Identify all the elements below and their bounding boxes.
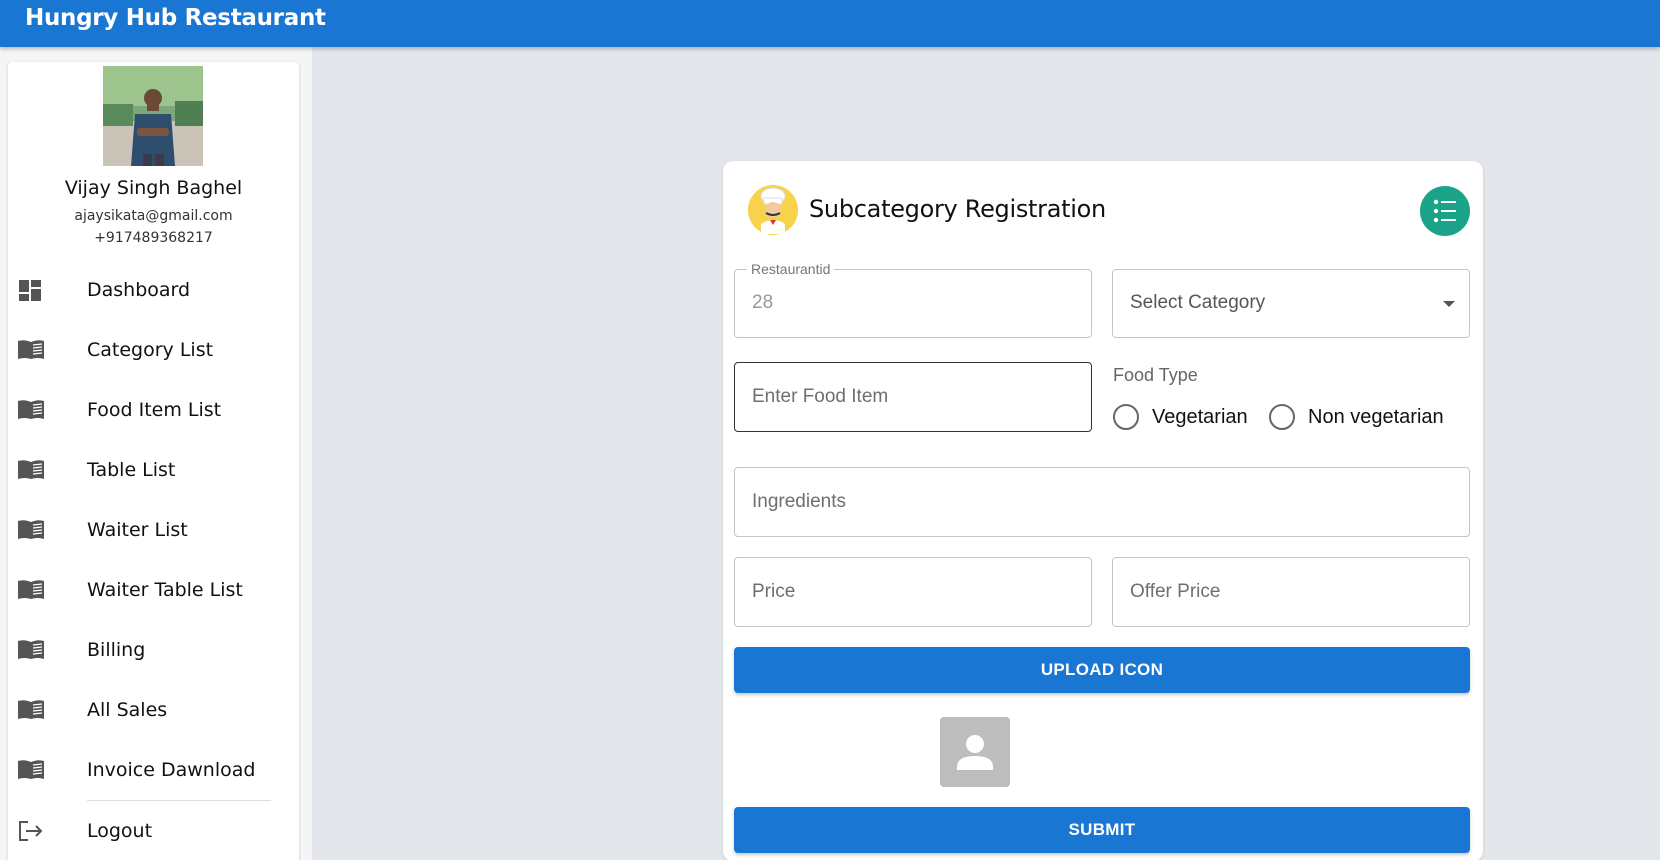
vegetarian-radio[interactable] — [1113, 404, 1139, 430]
food-type-label: Food Type — [1113, 365, 1198, 385]
sidebar-item-label: Invoice Dawnload — [87, 759, 256, 781]
sidebar-item-waiter-table-list[interactable]: Waiter Table List — [8, 566, 299, 614]
ingredients-field — [734, 467, 1470, 537]
sidebar: Vijay Singh Baghel ajaysikata@gmail.com … — [8, 62, 299, 860]
book-icon — [17, 578, 45, 602]
ingredients-input[interactable] — [735, 468, 1469, 536]
book-icon — [17, 758, 45, 782]
sidebar-item-label: Category List — [87, 339, 214, 361]
vegetarian-label: Vegetarian — [1152, 406, 1248, 428]
food-item-input[interactable] — [735, 363, 1091, 431]
book-icon — [17, 458, 45, 482]
restaurant-id-field: Restaurantid 28 — [734, 261, 1092, 338]
sidebar-item-table-list[interactable]: Table List — [8, 446, 299, 494]
app-title: Hungry Hub Restaurant — [25, 5, 326, 31]
upload-icon-button[interactable]: UPLOAD ICON — [734, 647, 1470, 693]
sidebar-item-label: Waiter List — [87, 519, 188, 541]
avatar — [103, 66, 203, 166]
book-icon — [17, 518, 45, 542]
sidebar-item-waiter-list[interactable]: Waiter List — [8, 506, 299, 554]
sidebar-item-invoice-download[interactable]: Invoice Dawnload — [8, 746, 299, 794]
logout-icon — [17, 819, 45, 843]
sidebar-item-label: Dashboard — [87, 279, 191, 301]
sidebar-item-category-list[interactable]: Category List — [8, 326, 299, 374]
offer-price-input[interactable] — [1113, 558, 1469, 626]
sidebar-item-billing[interactable]: Billing — [8, 626, 299, 674]
category-select[interactable]: Select Category — [1112, 269, 1470, 338]
sidebar-item-label: Waiter Table List — [87, 579, 243, 601]
profile-phone: +917489368217 — [94, 230, 213, 246]
book-icon — [17, 398, 45, 422]
price-input[interactable] — [735, 558, 1091, 626]
profile-name: Vijay Singh Baghel — [64, 177, 243, 199]
sidebar-item-logout[interactable]: Logout — [8, 807, 299, 855]
restaurant-id-value: 28 — [752, 292, 774, 313]
sidebar-item-label: Food Item List — [87, 399, 222, 421]
sidebar-item-label: Table List — [87, 459, 176, 481]
sidebar-item-label: Logout — [87, 820, 153, 842]
icon-preview — [940, 717, 1010, 787]
book-icon — [17, 698, 45, 722]
list-icon — [1420, 199, 1470, 240]
submit-button[interactable]: SUBMIT — [734, 807, 1470, 853]
non-vegetarian-label: Non vegetarian — [1308, 406, 1444, 428]
sidebar-item-dashboard[interactable]: Dashboard — [8, 266, 299, 314]
sidebar-item-label: Billing — [87, 639, 146, 661]
sidebar-item-all-sales[interactable]: All Sales — [8, 686, 299, 734]
book-icon — [17, 338, 45, 362]
dashboard-icon — [17, 278, 45, 302]
page-title: Subcategory Registration — [809, 195, 1106, 223]
subcategory-form-card: Subcategory Registration Restaurantid 28… — [723, 161, 1483, 860]
price-field — [734, 557, 1092, 627]
sidebar-item-food-item-list[interactable]: Food Item List — [8, 386, 299, 434]
chef-icon — [747, 184, 799, 236]
sidebar-divider — [87, 800, 271, 801]
offer-price-field — [1112, 557, 1470, 627]
app-bar: Hungry Hub Restaurant — [0, 0, 1660, 47]
chevron-down-icon — [1443, 301, 1455, 307]
restaurant-id-label: Restaurantid — [747, 261, 835, 277]
food-item-field — [734, 362, 1092, 432]
profile-email: ajaysikata@gmail.com — [74, 208, 233, 224]
category-select-label: Select Category — [1130, 292, 1266, 313]
person-icon — [940, 735, 1010, 791]
list-button[interactable] — [1420, 186, 1470, 236]
book-icon — [17, 638, 45, 662]
sidebar-item-label: All Sales — [87, 699, 168, 721]
non-vegetarian-radio[interactable] — [1269, 404, 1295, 430]
